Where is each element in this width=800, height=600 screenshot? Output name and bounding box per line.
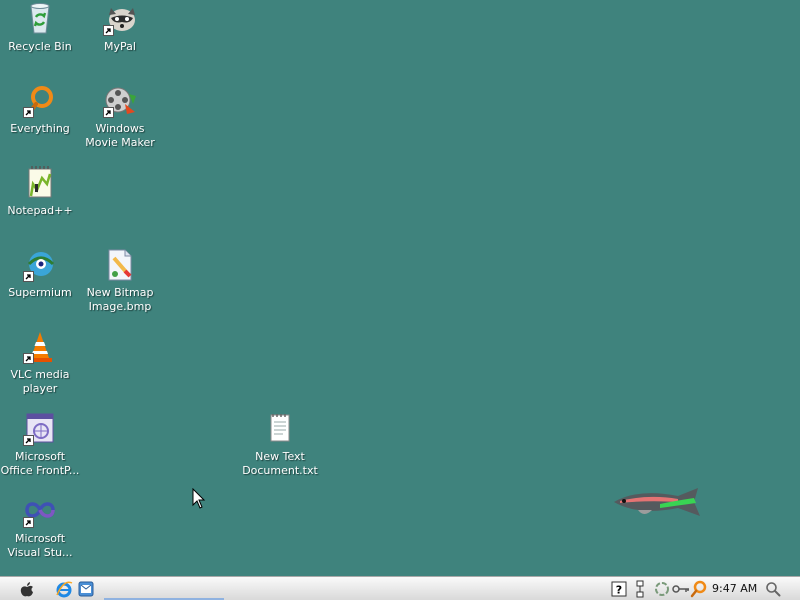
- shortcut-arrow-icon: [23, 517, 34, 528]
- shortcut-arrow-icon: [23, 435, 34, 446]
- desktop-icon-notepad-plus-plus[interactable]: Notepad++: [0, 166, 80, 218]
- orange-magnifier-icon: [23, 84, 57, 118]
- desktop-icon-microsoft-office-frontpage[interactable]: Microsoft Office FrontP...: [0, 412, 80, 478]
- outlook-express-icon[interactable]: [76, 579, 96, 599]
- desktop-icon-label: Microsoft Visual Stu...: [7, 532, 73, 559]
- mouse-cursor-icon: [192, 487, 206, 514]
- desktop-icon-recycle-bin[interactable]: Recycle Bin: [0, 2, 80, 54]
- taskbar-clock[interactable]: 9:47 AM: [712, 577, 757, 600]
- text-file-icon: [263, 412, 297, 446]
- network-icon[interactable]: [632, 579, 648, 599]
- desktop-icon-label: Everything: [10, 122, 70, 135]
- desktop-icon-label: Recycle Bin: [8, 40, 72, 53]
- desktop-icon-supermium[interactable]: Supermium: [0, 248, 80, 300]
- desktop-icon-label: VLC media player: [10, 368, 70, 395]
- internet-explorer-icon[interactable]: [54, 579, 74, 599]
- desktop-icon-microsoft-visual-studio[interactable]: Microsoft Visual Stu...: [0, 494, 80, 560]
- shortcut-arrow-icon: [23, 107, 34, 118]
- traffic-cone-icon: [23, 330, 57, 364]
- help-icon[interactable]: ?: [610, 579, 628, 599]
- svg-text:?: ?: [616, 584, 622, 597]
- desktop-icon-label: Microsoft Office FrontP...: [0, 450, 80, 477]
- infinity-icon: [23, 494, 57, 528]
- globe-eye-icon: [23, 248, 57, 282]
- key-icon[interactable]: [672, 579, 690, 599]
- notepad-icon: [23, 166, 57, 200]
- desktop-icon-label: New Text Document.txt: [242, 450, 318, 477]
- taskbar: ? 9:47 AM: [0, 576, 800, 600]
- desktop-icon-label: MyPal: [104, 40, 136, 53]
- desktop-icon-mypal[interactable]: MyPal: [80, 2, 160, 54]
- shortcut-arrow-icon: [23, 271, 34, 282]
- desktop-icon-label: Notepad++: [7, 204, 73, 217]
- shortcut-arrow-icon: [23, 353, 34, 364]
- desktop[interactable]: Recycle Bin MyPal Everything Windows Mov…: [0, 0, 800, 576]
- apple-logo-icon[interactable]: [16, 579, 38, 599]
- raccoon-icon: [103, 2, 137, 36]
- search-tray-icon[interactable]: [690, 579, 708, 599]
- desktop-icon-vlc-media-player[interactable]: VLC media player: [0, 330, 80, 396]
- magnifier-icon[interactable]: [764, 579, 782, 599]
- desktop-icon-everything[interactable]: Everything: [0, 84, 80, 136]
- desktop-icon-label: New Bitmap Image.bmp: [86, 286, 154, 313]
- recycle-bin-icon: [23, 2, 57, 36]
- desktop-icon-windows-movie-maker[interactable]: Windows Movie Maker: [80, 84, 160, 150]
- desktop-icon-label: Windows Movie Maker: [85, 122, 155, 149]
- paint-icon: [103, 248, 137, 282]
- desktop-icon-new-text-document[interactable]: New Text Document.txt: [240, 412, 320, 478]
- shortcut-arrow-icon: [103, 25, 114, 36]
- fish-icon[interactable]: [608, 484, 708, 526]
- shortcut-arrow-icon: [103, 107, 114, 118]
- desktop-icon-new-bitmap-image[interactable]: New Bitmap Image.bmp: [80, 248, 160, 314]
- frontpage-icon: [23, 412, 57, 446]
- recycle-tray-icon[interactable]: [652, 579, 672, 599]
- desktop-icon-label: Supermium: [8, 286, 72, 299]
- film-reel-icon: [103, 84, 137, 118]
